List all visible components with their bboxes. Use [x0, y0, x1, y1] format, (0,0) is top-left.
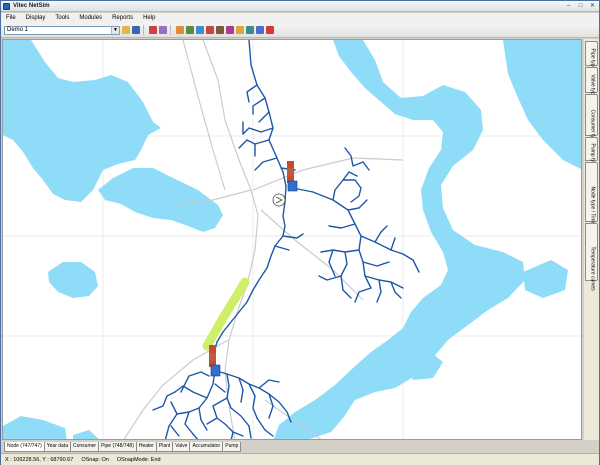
pipe-icon[interactable] [206, 26, 214, 34]
menu-display[interactable]: Display [21, 13, 51, 23]
map-drawing [3, 40, 581, 439]
link-icon[interactable] [256, 26, 264, 34]
pan-icon[interactable] [176, 26, 184, 34]
tab-year-data[interactable]: Year data [43, 442, 71, 452]
menu-tools[interactable]: Tools [50, 13, 74, 23]
coordinate-readout: X : 106228.56, Y : 68790.67 [5, 456, 74, 463]
save-icon[interactable] [132, 26, 140, 34]
tab-pipe[interactable]: Pipe (748/748) [98, 442, 137, 452]
menu-modules[interactable]: Modules [74, 13, 107, 23]
application-icon [3, 2, 10, 10]
right-tab-strip: Pipe type Valve type Consumer type Pump … [584, 39, 599, 440]
menu-help[interactable]: Help [138, 13, 160, 23]
tab-temperature-curves[interactable]: Temperature curves [585, 223, 598, 291]
measure-icon[interactable] [149, 26, 157, 34]
tab-pump-type[interactable]: Pump type [585, 137, 598, 167]
osnap-status: OSnap: On [81, 456, 109, 463]
plant-south [209, 345, 221, 377]
tab-plant[interactable]: Plant [155, 442, 174, 452]
project-select[interactable]: Demo 1 ▼ [4, 25, 120, 35]
close-button[interactable]: ✕ [588, 2, 597, 10]
tab-pump[interactable]: Pump [222, 442, 242, 452]
tab-consumer[interactable]: Consumer [69, 442, 100, 452]
minimize-button[interactable]: – [564, 2, 573, 10]
zoom-icon[interactable] [159, 26, 167, 34]
toolbar-separator [170, 25, 171, 35]
heater-icon[interactable] [216, 26, 224, 34]
delete-icon[interactable] [266, 26, 274, 34]
toolbar: Demo 1 ▼ [1, 23, 599, 38]
window-controls: – □ ✕ [564, 2, 597, 10]
title-bar: Vitec NetSim – □ ✕ [1, 1, 599, 12]
menu-file[interactable]: File [1, 13, 21, 23]
valve-icon[interactable] [236, 26, 244, 34]
pump-icon[interactable] [226, 26, 234, 34]
tab-accumulator[interactable]: Accumulator [189, 442, 224, 452]
tab-consumer-type[interactable]: Consumer type [585, 94, 598, 143]
menu-reports[interactable]: Reports [107, 13, 138, 23]
tab-pipe-type[interactable]: Pipe type [585, 41, 598, 69]
toolbar-separator [143, 25, 144, 35]
window-title: Vitec NetSim [13, 3, 50, 9]
tab-valve[interactable]: Valve [172, 442, 191, 452]
node-icon[interactable] [196, 26, 204, 34]
wrench-icon[interactable] [246, 26, 254, 34]
chevron-down-icon[interactable]: ▼ [111, 26, 119, 34]
map-canvas[interactable] [2, 39, 582, 440]
open-folder-icon[interactable] [122, 26, 130, 34]
maximize-button[interactable]: □ [576, 2, 585, 10]
tab-node[interactable]: Node (747/747) [4, 442, 45, 452]
tab-valve-type[interactable]: Valve type [585, 67, 598, 97]
project-select-value: Demo 1 [7, 26, 29, 33]
menu-bar: File Display Tools Modules Reports Help [1, 13, 599, 23]
water-bodies [3, 40, 581, 439]
bottom-tab-strip: Node (747/747) Year data Consumer Pipe (… [4, 442, 242, 452]
tab-node-type-time-series[interactable]: Node type / Time series [585, 162, 598, 239]
status-bar: X : 106228.56, Y : 68790.67 OSnap: On OS… [1, 453, 599, 465]
netsim-window: Vitec NetSim – □ ✕ File Display Tools Mo… [0, 0, 600, 465]
osnap-mode-status: OSnapMode: End [116, 456, 161, 463]
highlighted-pipe [202, 277, 250, 351]
layer-icon[interactable] [186, 26, 194, 34]
tab-heater[interactable]: Heater [135, 442, 157, 452]
